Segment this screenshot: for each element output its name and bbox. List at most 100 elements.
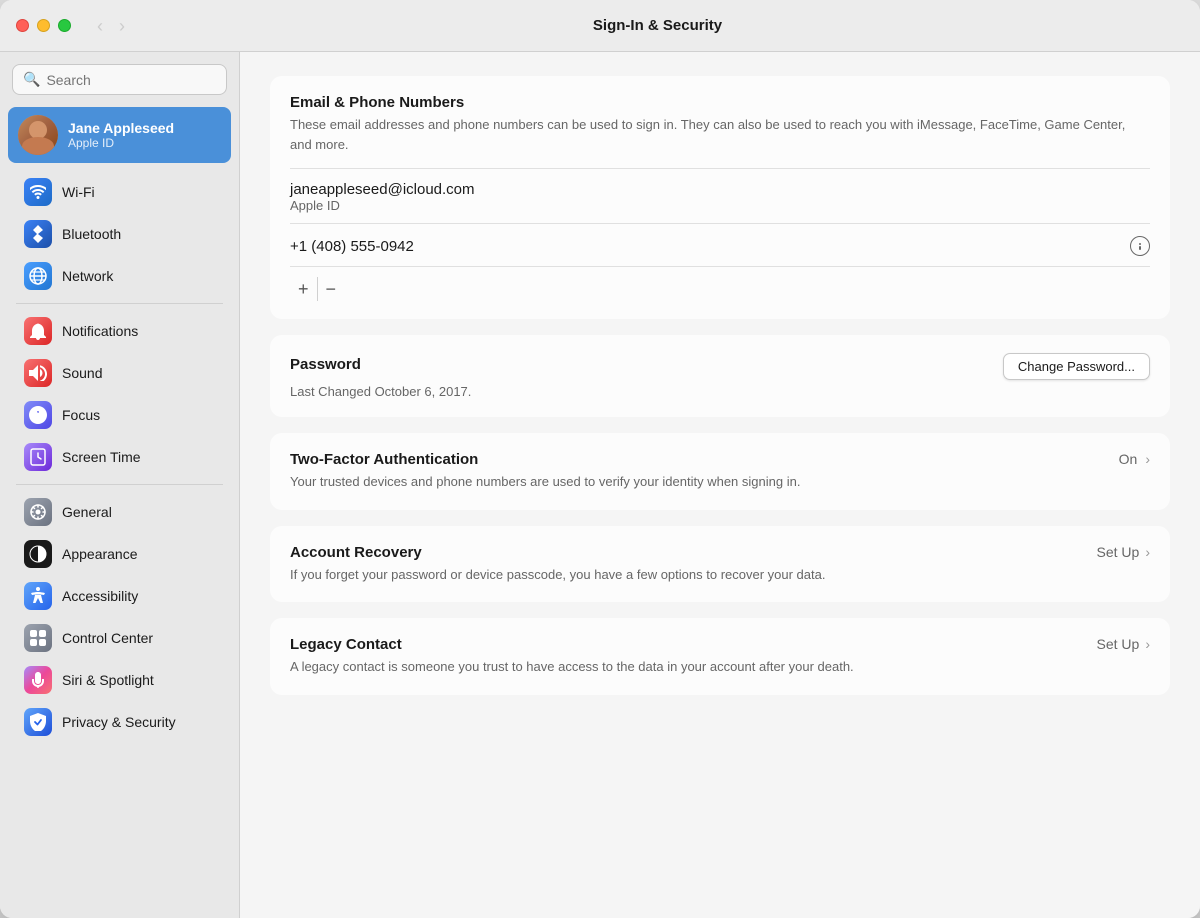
two-factor-desc: Your trusted devices and phone numbers a… [290, 472, 1103, 492]
sidebar-item-general[interactable]: General [8, 492, 231, 532]
profile-info: Jane Appleseed Apple ID [68, 120, 174, 150]
email-section-desc: These email addresses and phone numbers … [290, 115, 1150, 154]
sidebar-label-siri: Siri & Spotlight [62, 672, 154, 688]
legacy-right: Set Up › [1097, 636, 1150, 652]
forward-button[interactable]: › [113, 15, 131, 37]
password-changed-date: Last Changed October 6, 2017. [290, 384, 1150, 399]
sidebar-item-appearance[interactable]: Appearance [8, 534, 231, 574]
sidebar-label-bluetooth: Bluetooth [62, 226, 121, 242]
recovery-right: Set Up › [1097, 544, 1150, 560]
sidebar: 🔍 Jane Appleseed Apple ID [0, 52, 240, 918]
profile-name: Jane Appleseed [68, 120, 174, 136]
settings-window: ‹ › Sign-In & Security 🔍 Jane Appleseed … [0, 0, 1200, 918]
sidebar-item-notifications[interactable]: Notifications [8, 311, 231, 351]
avatar [18, 115, 58, 155]
nav-buttons: ‹ › [91, 15, 131, 37]
add-remove-row: + − [290, 266, 1150, 301]
legacy-desc: A legacy contact is someone you trust to… [290, 657, 1081, 677]
close-button[interactable] [16, 19, 29, 32]
email-address: janeappleseed@icloud.com [290, 181, 1150, 198]
focus-icon [24, 401, 52, 429]
legacy-left: Legacy Contact A legacy contact is someo… [290, 636, 1081, 677]
remove-button[interactable]: − [318, 277, 345, 301]
sidebar-label-notifications: Notifications [62, 323, 138, 339]
sidebar-item-controlcenter[interactable]: Control Center [8, 618, 231, 658]
titlebar: ‹ › Sign-In & Security [0, 0, 1200, 52]
two-factor-chevron-icon: › [1145, 451, 1150, 467]
appearance-icon [24, 540, 52, 568]
password-title: Password [290, 356, 361, 373]
window-title: Sign-In & Security [131, 17, 1184, 34]
minimize-button[interactable] [37, 19, 50, 32]
two-factor-left: Two-Factor Authentication Your trusted d… [290, 451, 1103, 492]
search-icon: 🔍 [23, 71, 40, 88]
privacy-icon [24, 708, 52, 736]
recovery-setup-text: Set Up [1097, 544, 1140, 560]
controlcenter-icon [24, 624, 52, 652]
legacy-chevron-icon: › [1145, 636, 1150, 652]
traffic-lights [16, 19, 71, 32]
legacy-title: Legacy Contact [290, 636, 1081, 653]
recovery-desc: If you forget your password or device pa… [290, 565, 1081, 585]
sidebar-item-bluetooth[interactable]: Bluetooth [8, 214, 231, 254]
two-factor-right: On › [1119, 451, 1150, 467]
sidebar-item-siri[interactable]: Siri & Spotlight [8, 660, 231, 700]
profile-subtitle: Apple ID [68, 136, 174, 150]
legacy-row: Legacy Contact A legacy contact is someo… [290, 636, 1150, 677]
email-phone-section: Email & Phone Numbers These email addres… [270, 76, 1170, 319]
sidebar-label-wifi: Wi-Fi [62, 184, 95, 200]
sidebar-item-privacy[interactable]: Privacy & Security [8, 702, 231, 742]
sidebar-label-screentime: Screen Time [62, 449, 141, 465]
sidebar-item-network[interactable]: Network [8, 256, 231, 296]
password-section: Password Change Password... Last Changed… [270, 335, 1170, 417]
maximize-button[interactable] [58, 19, 71, 32]
siri-icon [24, 666, 52, 694]
recovery-title: Account Recovery [290, 544, 1081, 561]
legacy-contact-section[interactable]: Legacy Contact A legacy contact is someo… [270, 618, 1170, 695]
sidebar-label-focus: Focus [62, 407, 100, 423]
wifi-icon [24, 178, 52, 206]
phone-number: +1 (408) 555-0942 [290, 238, 414, 255]
change-password-button[interactable]: Change Password... [1003, 353, 1150, 380]
sidebar-label-privacy: Privacy & Security [62, 714, 176, 730]
sidebar-item-screentime[interactable]: Screen Time [8, 437, 231, 477]
recovery-left: Account Recovery If you forget your pass… [290, 544, 1081, 585]
legacy-setup-text: Set Up [1097, 636, 1140, 652]
sidebar-label-appearance: Appearance [62, 546, 138, 562]
sidebar-item-focus[interactable]: Focus [8, 395, 231, 435]
two-factor-status: On [1119, 451, 1138, 467]
sidebar-item-sound[interactable]: Sound [8, 353, 231, 393]
avatar-image [18, 115, 58, 155]
email-type: Apple ID [290, 198, 1150, 213]
sidebar-item-wifi[interactable]: Wi-Fi [8, 172, 231, 212]
recovery-chevron-icon: › [1145, 544, 1150, 560]
accessibility-icon [24, 582, 52, 610]
general-icon [24, 498, 52, 526]
email-row: janeappleseed@icloud.com Apple ID [290, 168, 1150, 213]
network-icon [24, 262, 52, 290]
password-header: Password Change Password... [290, 353, 1150, 380]
phone-row: +1 (408) 555-0942 [290, 223, 1150, 256]
phone-info-icon[interactable] [1130, 236, 1150, 256]
sidebar-label-accessibility: Accessibility [62, 588, 138, 604]
sidebar-divider-1 [16, 303, 223, 304]
sidebar-item-accessibility[interactable]: Accessibility [8, 576, 231, 616]
sound-icon [24, 359, 52, 387]
search-bar[interactable]: 🔍 [12, 64, 227, 95]
two-factor-section[interactable]: Two-Factor Authentication Your trusted d… [270, 433, 1170, 510]
search-input[interactable] [46, 72, 216, 88]
two-factor-title: Two-Factor Authentication [290, 451, 1103, 468]
profile-row[interactable]: Jane Appleseed Apple ID [8, 107, 231, 163]
screentime-icon [24, 443, 52, 471]
email-section-title: Email & Phone Numbers [290, 94, 1150, 111]
notifications-icon [24, 317, 52, 345]
sidebar-label-network: Network [62, 268, 113, 284]
sidebar-label-general: General [62, 504, 112, 520]
sidebar-label-sound: Sound [62, 365, 102, 381]
add-button[interactable]: + [290, 277, 317, 301]
back-button[interactable]: ‹ [91, 15, 109, 37]
bluetooth-icon [24, 220, 52, 248]
account-recovery-section[interactable]: Account Recovery If you forget your pass… [270, 526, 1170, 603]
two-factor-row: Two-Factor Authentication Your trusted d… [290, 451, 1150, 492]
content-area: 🔍 Jane Appleseed Apple ID [0, 52, 1200, 918]
